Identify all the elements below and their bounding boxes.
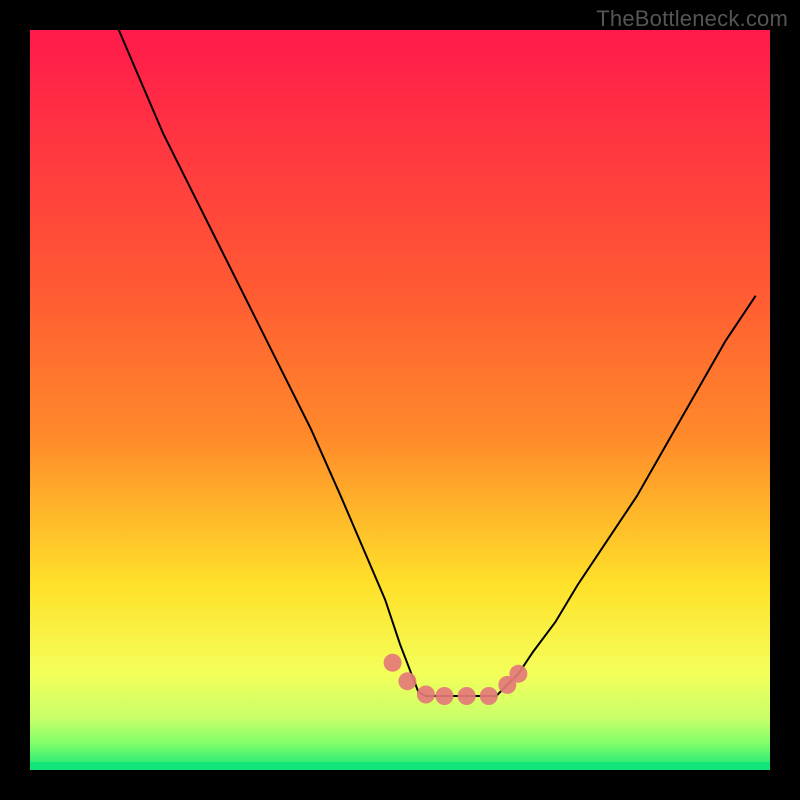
chart-baseline-strip <box>30 762 770 770</box>
marker-5 <box>458 687 476 705</box>
marker-4 <box>435 687 453 705</box>
chart-svg <box>30 30 770 770</box>
plot-area <box>30 30 770 770</box>
marker-1 <box>384 654 402 672</box>
chart-frame: TheBottleneck.com <box>0 0 800 800</box>
marker-8 <box>509 665 527 683</box>
marker-3 <box>417 686 435 704</box>
marker-6 <box>480 687 498 705</box>
watermark-text: TheBottleneck.com <box>596 6 788 32</box>
marker-2 <box>398 672 416 690</box>
